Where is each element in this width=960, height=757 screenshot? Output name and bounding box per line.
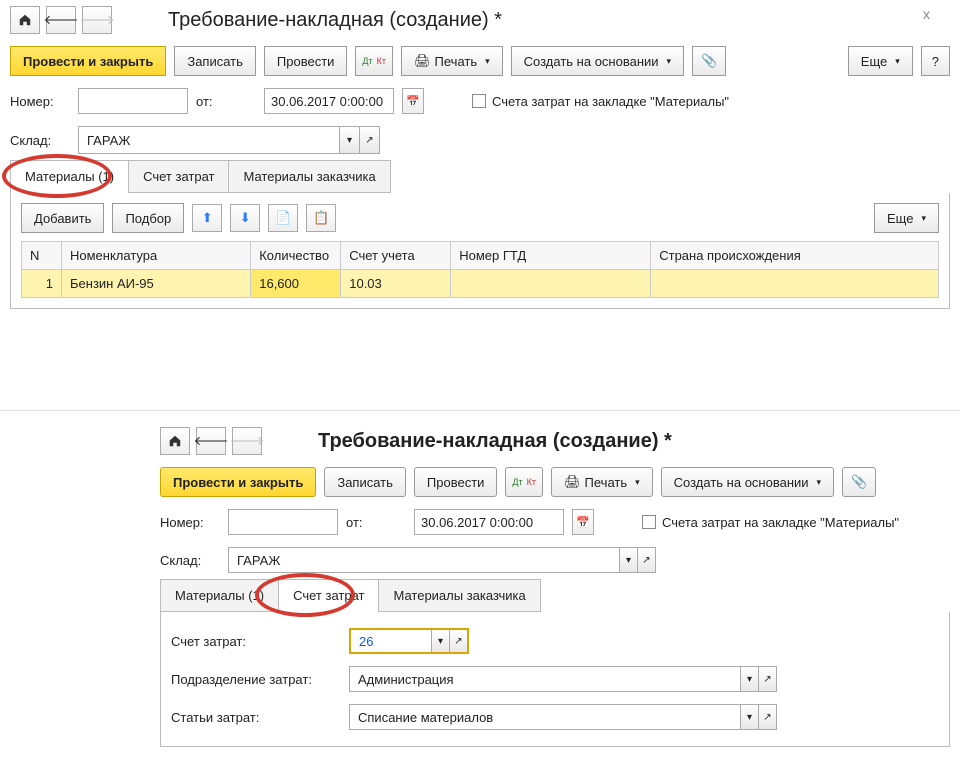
materials-accounts-checkbox[interactable]: [472, 94, 486, 108]
post-button[interactable]: Провести: [264, 46, 348, 76]
attachments-button[interactable]: 📎: [692, 46, 726, 76]
open-ref-icon[interactable]: ↗: [359, 127, 379, 153]
back-button[interactable]: 🡐: [46, 6, 76, 34]
clip-icon: 📎: [851, 474, 867, 490]
calendar-button[interactable]: 📅: [402, 88, 424, 114]
col-country[interactable]: Страна происхождения: [651, 242, 939, 270]
from-label: от:: [196, 94, 256, 109]
date-input[interactable]: 30.06.2017 0:00:00: [264, 88, 394, 114]
cost-items-combo[interactable]: Списание материалов ▾ ↗: [349, 704, 777, 730]
cost-dept-label: Подразделение затрат:: [171, 672, 341, 687]
create-from-button[interactable]: Создать на основании▾: [511, 46, 684, 76]
materials-accounts-label: Счета затрат на закладке "Материалы": [492, 94, 729, 109]
tab-cost-account[interactable]: Счет затрат: [128, 160, 229, 193]
save-button-2[interactable]: Записать: [324, 467, 406, 497]
move-down-button[interactable]: ⬇: [230, 204, 260, 232]
forward-button[interactable]: 🡒: [82, 6, 112, 34]
tab-customer-materials-2[interactable]: Материалы заказчика: [378, 579, 540, 612]
chevron-down-icon[interactable]: ▾: [740, 667, 758, 691]
col-acct[interactable]: Счет учета: [341, 242, 451, 270]
chevron-down-icon[interactable]: ▾: [619, 548, 637, 572]
add-button[interactable]: Добавить: [21, 203, 104, 233]
more-button[interactable]: Еще▾: [848, 46, 913, 76]
post-and-close-button[interactable]: Провести и закрыть: [10, 46, 166, 76]
open-ref-icon[interactable]: ↗: [758, 667, 776, 691]
cost-items-label: Статьи затрат:: [171, 710, 341, 725]
post-button-2[interactable]: Провести: [414, 467, 498, 497]
tab-cost-account-2[interactable]: Счет затрат: [278, 579, 379, 612]
col-n[interactable]: N: [22, 242, 62, 270]
warehouse-combo[interactable]: ГАРАЖ ▾ ↗: [78, 126, 380, 154]
window-title: Требование-накладная (создание) *: [168, 9, 502, 32]
create-from-button-2[interactable]: Создать на основании▾: [661, 467, 834, 497]
materials-table: N Номенклатура Количество Счет учета Ном…: [21, 241, 939, 298]
post-and-close-button-2[interactable]: Провести и закрыть: [160, 467, 316, 497]
tab-materials-2[interactable]: Материалы (1): [160, 579, 279, 612]
clip-icon: 📎: [701, 53, 717, 69]
col-nom[interactable]: Номенклатура: [62, 242, 251, 270]
number-label-2: Номер:: [160, 515, 220, 530]
tab-materials[interactable]: Материалы (1): [10, 160, 129, 193]
print-button[interactable]: 🖨Печать▾: [401, 46, 503, 76]
col-gtd[interactable]: Номер ГТД: [451, 242, 651, 270]
chevron-down-icon[interactable]: ▾: [740, 705, 758, 729]
pick-button[interactable]: Подбор: [112, 203, 184, 233]
dtkt-button-2[interactable]: ДтКт: [505, 467, 543, 497]
cost-account-label: Счет затрат:: [171, 634, 341, 649]
chevron-down-icon[interactable]: ▾: [431, 630, 449, 652]
warehouse-label-2: Склад:: [160, 553, 220, 568]
number-input-2[interactable]: [228, 509, 338, 535]
grid-more-button[interactable]: Еще▾: [874, 203, 939, 233]
printer-icon: 🖨: [414, 53, 431, 69]
printer-icon: 🖨: [564, 474, 581, 490]
from-label-2: от:: [346, 515, 406, 530]
chevron-down-icon[interactable]: ▾: [339, 127, 359, 153]
dtkt-button[interactable]: ДтКт: [355, 46, 393, 76]
number-label: Номер:: [10, 94, 70, 109]
print-button-2[interactable]: 🖨Печать▾: [551, 467, 653, 497]
open-ref-icon[interactable]: ↗: [637, 548, 655, 572]
attachments-button-2[interactable]: 📎: [842, 467, 876, 497]
open-ref-icon[interactable]: ↗: [449, 630, 467, 652]
home-button-2[interactable]: [160, 427, 190, 455]
cost-account-combo[interactable]: 26 ▾ ↗: [349, 628, 469, 654]
move-up-button[interactable]: ⬆: [192, 204, 222, 232]
materials-accounts-checkbox-2[interactable]: [642, 515, 656, 529]
number-input[interactable]: [78, 88, 188, 114]
warehouse-combo-2[interactable]: ГАРАЖ ▾ ↗: [228, 547, 656, 573]
table-row[interactable]: 1 Бензин АИ-95 16,600 10.03: [22, 270, 939, 298]
home-button[interactable]: [10, 6, 40, 34]
help-button[interactable]: ?: [921, 46, 950, 76]
back-button-2[interactable]: 🡐: [196, 427, 226, 455]
forward-button-2[interactable]: 🡒: [232, 427, 262, 455]
materials-accounts-label-2: Счета затрат на закладке "Материалы": [662, 515, 899, 530]
copy-button[interactable]: 📄: [268, 204, 298, 232]
cost-dept-combo[interactable]: Администрация ▾ ↗: [349, 666, 777, 692]
date-input-2[interactable]: 30.06.2017 0:00:00: [414, 509, 564, 535]
calendar-button-2[interactable]: 📅: [572, 509, 594, 535]
tab-customer-materials[interactable]: Материалы заказчика: [228, 160, 390, 193]
close-button[interactable]: x: [923, 6, 930, 22]
paste-button[interactable]: 📋: [306, 204, 336, 232]
col-qty[interactable]: Количество: [251, 242, 341, 270]
open-ref-icon[interactable]: ↗: [758, 705, 776, 729]
save-button[interactable]: Записать: [174, 46, 256, 76]
window-title-2: Требование-накладная (создание) *: [318, 430, 672, 453]
warehouse-label: Склад:: [10, 133, 70, 148]
